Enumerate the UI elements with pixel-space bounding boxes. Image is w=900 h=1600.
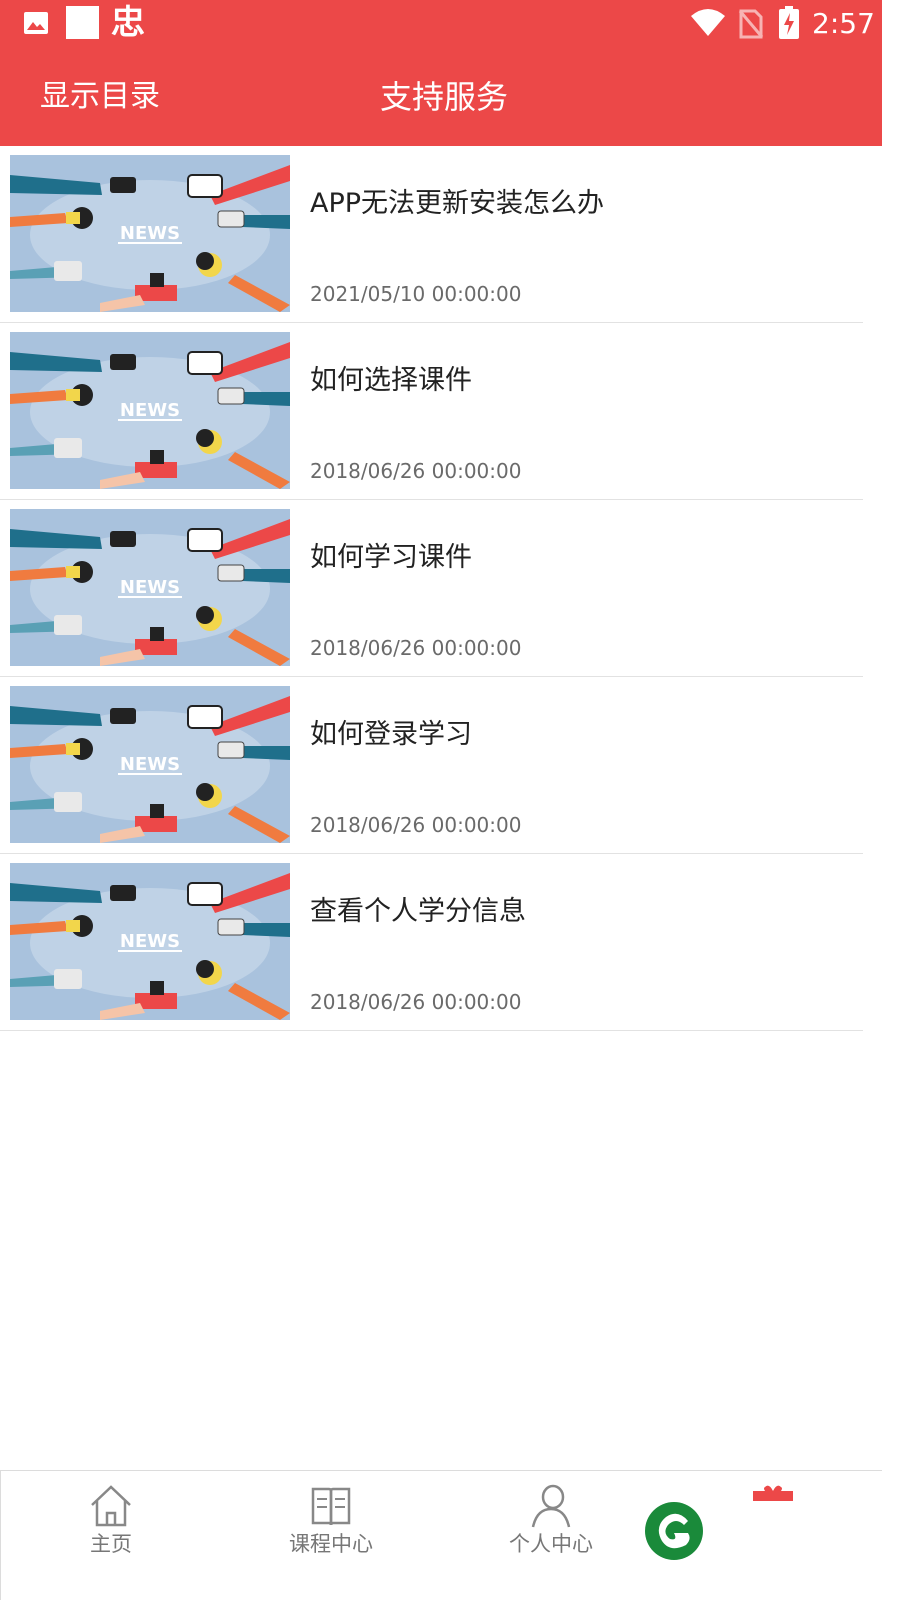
article-item[interactable]: NEWS APP无法更新安装怎么办 2021/05/10 00:00:00 xyxy=(0,146,863,323)
news-illustration: NEWS xyxy=(10,863,290,1020)
article-date: 2018/06/26 00:00:00 xyxy=(310,813,522,837)
news-illustration: NEWS xyxy=(10,332,290,489)
article-list: NEWS APP无法更新安装怎么办 2021/05/10 00:00:00 NE… xyxy=(0,146,863,1031)
article-item[interactable]: NEWS 查看个人学分信息 2018/06/26 00:00:00 xyxy=(0,854,863,1031)
article-thumbnail: NEWS xyxy=(10,155,290,312)
page-title: 支持服务 xyxy=(380,78,509,116)
news-illustration: NEWS xyxy=(10,686,290,843)
status-time: 2:57 xyxy=(812,7,875,40)
bottom-nav: 主页 课程中心 个人中心 xyxy=(0,1470,882,1600)
article-date: 2018/06/26 00:00:00 xyxy=(310,636,522,660)
home-icon xyxy=(91,1485,131,1527)
article-thumbnail: NEWS xyxy=(10,509,290,666)
article-item[interactable]: NEWS 如何学习课件 2018/06/26 00:00:00 xyxy=(0,500,863,677)
status-bar: 忠 2:57 xyxy=(0,0,882,50)
article-thumbnail: NEWS xyxy=(10,686,290,843)
nav-course-label: 课程中心 xyxy=(289,1532,373,1556)
article-title: APP无法更新安装怎么办 xyxy=(310,188,605,219)
article-item[interactable]: NEWS 如何选择课件 2018/06/26 00:00:00 xyxy=(0,323,863,500)
article-title: 如何选择课件 xyxy=(310,365,472,396)
news-illustration: NEWS xyxy=(10,509,290,666)
article-date: 2018/06/26 00:00:00 xyxy=(310,459,522,483)
article-date: 2021/05/10 00:00:00 xyxy=(310,282,522,306)
battery-charging-icon xyxy=(779,6,799,39)
square-icon xyxy=(66,6,99,39)
article-title: 如何登录学习 xyxy=(310,719,472,750)
article-title: 如何学习课件 xyxy=(310,542,472,573)
article-thumbnail: NEWS xyxy=(10,332,290,489)
gallery-icon xyxy=(24,12,48,34)
news-illustration: NEWS xyxy=(10,155,290,312)
nav-home-label: 主页 xyxy=(90,1532,132,1556)
nav-personal-center[interactable]: 个人中心 xyxy=(471,1471,631,1571)
article-item[interactable]: NEWS 如何登录学习 2018/06/26 00:00:00 xyxy=(0,677,863,854)
wifi-icon xyxy=(691,9,725,36)
nav-course-center[interactable]: 课程中心 xyxy=(251,1471,411,1571)
article-title: 查看个人学分信息 xyxy=(310,896,526,927)
news-label: NEWS xyxy=(120,754,180,775)
news-label: NEWS xyxy=(120,577,180,598)
no-sim-icon xyxy=(738,9,764,39)
news-label: NEWS xyxy=(120,400,180,421)
heart-icon[interactable] xyxy=(751,1485,795,1501)
show-directory-button[interactable]: 显示目录 xyxy=(40,75,160,119)
nav-profile-label: 个人中心 xyxy=(509,1532,593,1556)
app-header: 忠 2:57 显示目录 支持服务 xyxy=(0,0,882,146)
article-thumbnail: NEWS xyxy=(10,863,290,1020)
book-icon xyxy=(311,1487,351,1526)
news-label: NEWS xyxy=(120,931,180,952)
nav-home[interactable]: 主页 xyxy=(31,1471,191,1571)
bug-icon: 忠 xyxy=(111,3,145,43)
article-date: 2018/06/26 00:00:00 xyxy=(310,990,522,1014)
app-logo-icon[interactable] xyxy=(644,1501,704,1561)
person-icon xyxy=(531,1484,571,1528)
news-label: NEWS xyxy=(120,223,180,244)
